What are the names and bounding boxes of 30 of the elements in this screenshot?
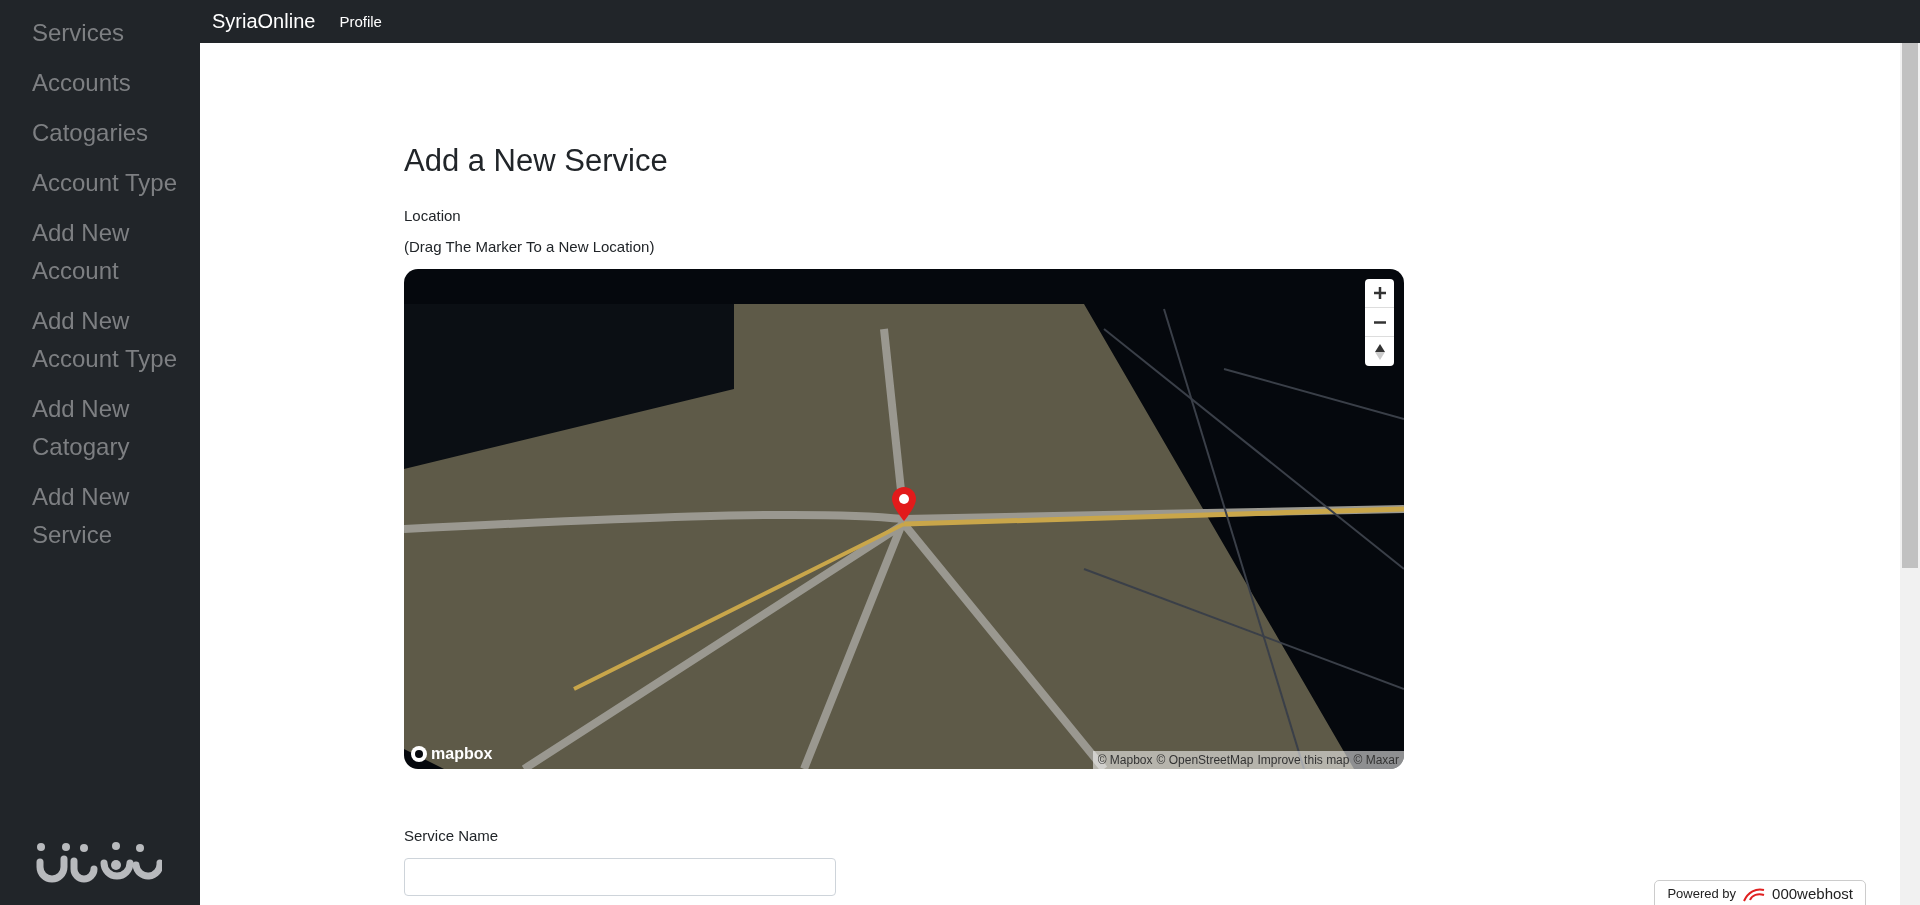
compass-icon: [1374, 343, 1385, 360]
minus-icon: [1373, 320, 1386, 324]
attribution-link[interactable]: © Maxar: [1353, 753, 1399, 767]
field-label: Location: [404, 207, 462, 224]
attribution-link[interactable]: © Mapbox: [1097, 753, 1153, 767]
hint-text: (Drag The Marker To a New Location): [404, 238, 656, 255]
field-label: Service Name: [404, 827, 500, 844]
map-view[interactable]: mapbox © Mapbox © OpenStreetMap Improve this map © Maxar: [404, 269, 1404, 769]
badge-brand: 000webhost: [1772, 885, 1853, 902]
sidebar-item[interactable]: Add New Catogary: [32, 390, 192, 466]
badge-text: Powered by: [1667, 886, 1737, 901]
sidebar-item[interactable]: Services: [32, 14, 192, 52]
mapbox-logo-text: mapbox: [431, 745, 493, 763]
brand-link[interactable]: SyriaOnline: [212, 10, 316, 33]
mapbox-logo-icon: [410, 745, 428, 763]
page-title: Add a New Service: [404, 143, 669, 179]
sidebar-item[interactable]: Add New Service: [32, 478, 192, 554]
nav-link[interactable]: Profile: [339, 13, 382, 30]
plus-icon: [1373, 287, 1386, 299]
sidebar-item[interactable]: Account Type: [32, 164, 192, 202]
map-pin-icon[interactable]: [892, 487, 916, 521]
sidebar-item[interactable]: Add New Account: [32, 214, 192, 290]
sidebar-item[interactable]: Catogaries: [32, 114, 192, 152]
sidebar-item[interactable]: Accounts: [32, 64, 192, 102]
attribution-link[interactable]: Improve this map: [1257, 753, 1350, 767]
attribution-link[interactable]: © OpenStreetMap: [1156, 753, 1254, 767]
scrollbar[interactable]: [1900, 43, 1920, 905]
sidebar-item[interactable]: Add New Account Type: [32, 302, 192, 378]
hosting-badge[interactable]: Powered by 000webhost: [1654, 880, 1866, 905]
input-field[interactable]: [404, 858, 836, 896]
